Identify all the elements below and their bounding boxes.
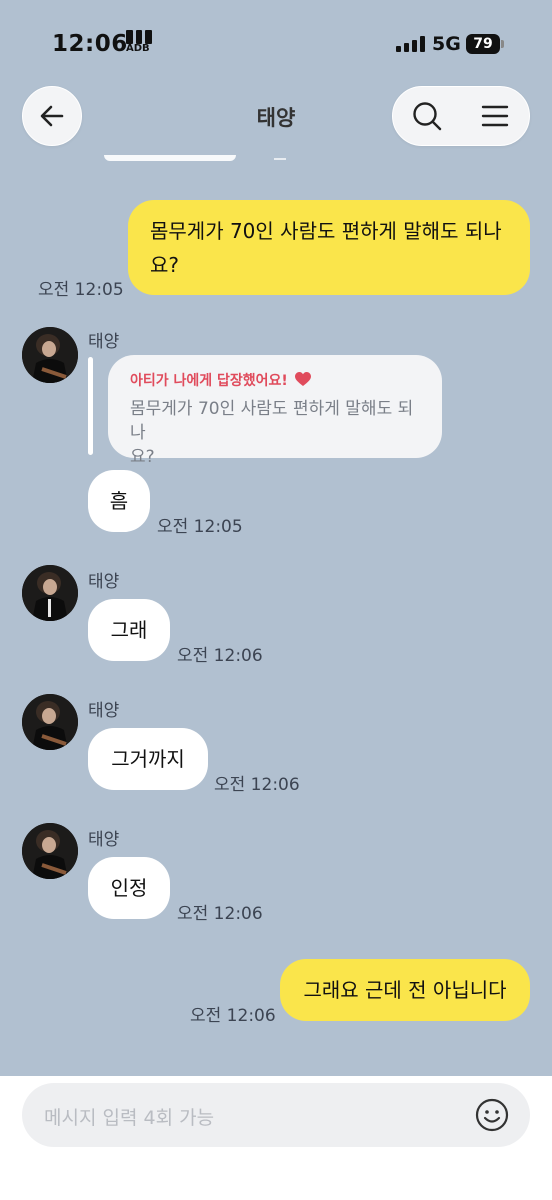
sender-name: 태양	[88, 830, 120, 850]
message-text-line: 몸무게가 70인 사람도 편하게 말해도 되나	[150, 219, 502, 243]
message-time: 오전 12:05	[38, 280, 124, 300]
emoji-button[interactable]	[474, 1097, 510, 1133]
message-time: 오전 12:06	[190, 1006, 276, 1026]
message-text: 인정	[110, 876, 148, 900]
their-message-bubble[interactable]: 그래	[88, 599, 170, 661]
reply-indicator	[88, 357, 93, 455]
menu-icon	[481, 105, 509, 127]
signal-icon	[396, 36, 425, 52]
message-time: 오전 12:06	[214, 775, 300, 795]
menu-button[interactable]	[461, 86, 529, 146]
reply-header: 아티가 나에게 답장했어요!	[130, 371, 424, 391]
message-input-placeholder: 메시지 입력 4회 가능	[44, 1107, 215, 1129]
quoted-text-line: 몸무게가 70인 사람도 편하게 말해도 되나	[130, 399, 414, 443]
message-text: 그래요 근데 전 아닙니다	[303, 978, 507, 1002]
heart-icon	[294, 372, 311, 386]
sender-name: 태양	[88, 572, 120, 592]
quoted-text-line: 요?	[130, 447, 155, 467]
reply-header-text: 아티가 나에게 답장했어요!	[130, 373, 288, 389]
sender-name: 태양	[88, 332, 120, 352]
battery-tip	[501, 40, 504, 48]
reply-card[interactable]: 아티가 나에게 답장했어요! 몸무게가 70인 사람도 편하게 말해도 되나 요…	[108, 355, 442, 467]
scrolled-divider	[274, 158, 286, 160]
scrolled-bubble-edge	[104, 155, 236, 161]
their-message-bubble[interactable]: 그거까지	[88, 728, 208, 790]
message-time: 오전 12:05	[157, 517, 243, 537]
avatar[interactable]	[22, 565, 78, 621]
my-message-bubble[interactable]: 몸무게가 70인 사람도 편하게 말해도 되나 요?	[128, 200, 530, 295]
carrier-tag-text: ADB	[126, 43, 150, 54]
my-message-bubble[interactable]: 그래요 근데 전 아닙니다	[280, 959, 530, 1021]
their-message-bubble[interactable]: 흠	[88, 470, 150, 532]
message-text: 흠	[109, 489, 129, 513]
avatar[interactable]	[22, 327, 78, 383]
avatar[interactable]	[22, 823, 78, 879]
message-text-line: 요?	[150, 253, 180, 277]
status-time: 12:06	[52, 31, 128, 57]
status-bar: 12:06 ADB 5G 79	[0, 0, 552, 80]
sender-name: 태양	[88, 701, 120, 721]
message-time: 오전 12:06	[177, 646, 263, 666]
carrier-tag: ADB	[126, 30, 153, 58]
header-actions	[392, 86, 530, 146]
message-time: 오전 12:06	[177, 904, 263, 924]
their-message-bubble[interactable]: 인정	[88, 857, 170, 919]
message-text: 그거까지	[111, 747, 185, 771]
avatar[interactable]	[22, 694, 78, 750]
search-button[interactable]	[393, 86, 461, 146]
battery-icon: 79	[466, 34, 500, 54]
smiley-icon	[475, 1098, 509, 1132]
network-type: 5G	[432, 33, 461, 55]
search-icon	[413, 102, 442, 131]
message-text: 그래	[110, 618, 148, 642]
